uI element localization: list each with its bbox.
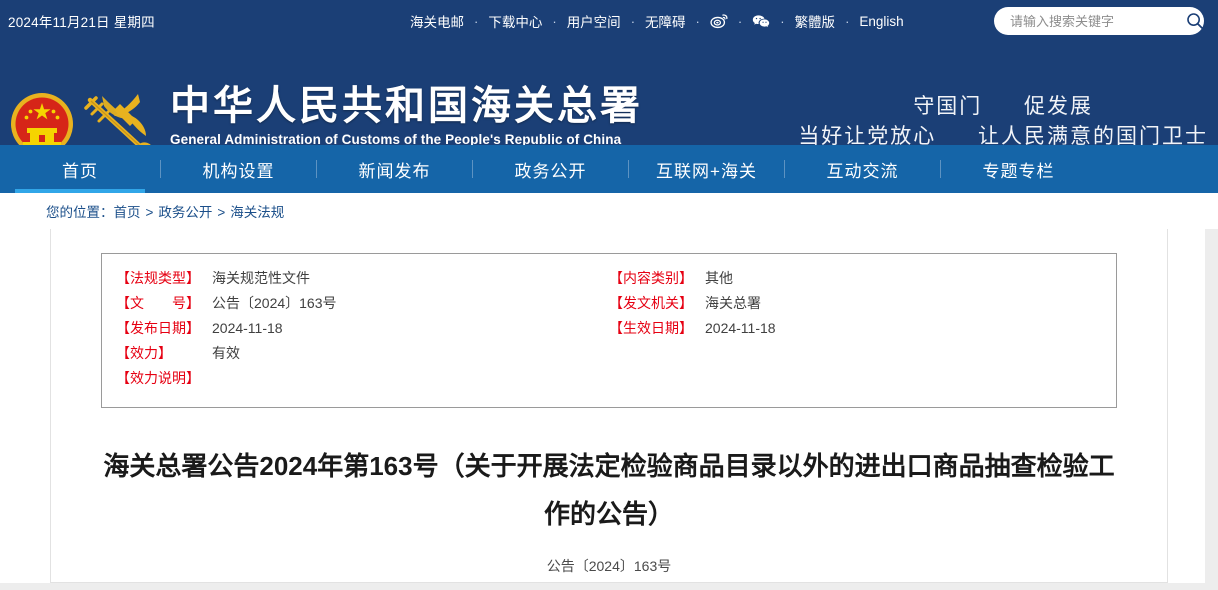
top-link-separator: · [780, 13, 785, 29]
top-link-separator: · [552, 13, 557, 29]
metadata-value: 2024-11-18 [212, 320, 283, 336]
current-date: 2024年11月21日 星期四 [8, 15, 155, 30]
document-subtitle: 公告〔2024〕163号 [546, 558, 672, 575]
breadcrumb-band: 您的位置：首页 > 政务公开 > 海关法规 [0, 193, 1218, 229]
document-card: 【法规类型】 海关规范性文件 【文 号】 公告〔2024〕163号 【发布日期】… [50, 229, 1168, 583]
nav-item-special-topics[interactable]: 专题专栏 [941, 145, 1096, 193]
top-link-separator: · [695, 13, 700, 29]
slogan-line1-part2: 促发展 [1024, 95, 1093, 118]
weibo-icon[interactable] [708, 11, 730, 31]
top-link-download-center[interactable]: 下载中心 [486, 11, 544, 31]
metadata-value: 公告〔2024〕163号 [212, 295, 337, 311]
metadata-column-left: 【法规类型】 海关规范性文件 【文 号】 公告〔2024〕163号 【发布日期】… [102, 268, 609, 393]
top-link-traditional-chinese[interactable]: 繁體版 [793, 11, 838, 31]
breadcrumb-item-home[interactable]: 首页 [114, 205, 141, 220]
metadata-row: 【效力】 有效 [116, 343, 609, 368]
site-masthead: 中华人民共和国海关总署 General Administration of Cu… [0, 42, 1218, 161]
top-link-accessibility[interactable]: 无障碍 [643, 11, 688, 31]
metadata-row: 【文 号】 公告〔2024〕163号 [116, 293, 609, 318]
breadcrumb-separator: > [145, 205, 154, 220]
top-link-separator: · [630, 13, 636, 29]
metadata-key: 【内容类别】 [609, 270, 693, 286]
nav-item-internet-plus-customs[interactable]: 互联网+海关 [629, 145, 784, 193]
metadata-key: 【文 号】 [116, 295, 200, 311]
top-link-separator: · [845, 13, 850, 29]
slogan-line1-part1: 守国门 [913, 95, 983, 118]
metadata-value: 海关总署 [705, 295, 761, 311]
top-link-separator: · [737, 13, 743, 29]
site-search [994, 7, 1204, 35]
metadata-value: 其他 [705, 270, 733, 286]
metadata-value: 海关规范性文件 [212, 270, 310, 286]
document-metadata-box: 【法规类型】 海关规范性文件 【文 号】 公告〔2024〕163号 【发布日期】… [101, 253, 1117, 408]
top-link-customs-email[interactable]: 海关电邮 [408, 11, 466, 31]
search-icon [1187, 13, 1204, 30]
search-button[interactable] [1186, 10, 1204, 32]
metadata-row: 【法规类型】 海关规范性文件 [116, 268, 609, 293]
top-link-english[interactable]: English [857, 14, 905, 29]
breadcrumb-separator: > [217, 205, 226, 220]
nav-item-home[interactable]: 首页 [0, 145, 160, 193]
metadata-key: 【生效日期】 [609, 320, 693, 336]
metadata-key: 【发文机关】 [609, 295, 693, 311]
breadcrumb-item-government-affairs[interactable]: 政务公开 [158, 205, 212, 220]
metadata-row: 【效力说明】 [116, 368, 609, 393]
metadata-key: 【效力说明】 [116, 370, 200, 386]
site-title: 中华人民共和国海关总署 [170, 83, 643, 128]
metadata-row: 【生效日期】 2024-11-18 [609, 318, 1116, 343]
site-identity: 中华人民共和国海关总署 General Administration of Cu… [170, 83, 643, 148]
metadata-row: 【发文机关】 海关总署 [609, 293, 1116, 318]
document-title: 海关总署公告2024年第163号（关于开展法定检验商品目录以外的进出口商品抽查检… [103, 451, 1115, 530]
top-link-separator: · [474, 13, 479, 29]
breadcrumb-prefix: 您的位置： [46, 205, 114, 220]
content-area: 【法规类型】 海关规范性文件 【文 号】 公告〔2024〕163号 【发布日期】… [0, 229, 1205, 583]
metadata-key: 【发布日期】 [116, 320, 200, 336]
top-utility-bar: 2024年11月21日 星期四 海关电邮 · 下载中心 · 用户空间 · 无障碍… [0, 0, 1218, 42]
search-input[interactable] [1010, 13, 1186, 29]
nav-item-government-affairs[interactable]: 政务公开 [473, 145, 628, 193]
site-slogan: 守国门 促发展 当好让党放心 让人民满意的国门卫士 [798, 92, 1208, 153]
wechat-icon[interactable] [750, 11, 772, 31]
top-links-group: 海关电邮 · 下载中心 · 用户空间 · 无障碍 · · · 繁體版 · Eng… [408, 0, 906, 42]
metadata-column-right: 【内容类别】 其他 【发文机关】 海关总署 【生效日期】 2024-11-18 [609, 268, 1116, 393]
metadata-key: 【效力】 [116, 345, 172, 361]
metadata-value: 有效 [212, 345, 240, 361]
nav-item-news[interactable]: 新闻发布 [317, 145, 472, 193]
metadata-row: 【发布日期】 2024-11-18 [116, 318, 609, 343]
metadata-value: 2024-11-18 [705, 320, 776, 336]
metadata-row: 【内容类别】 其他 [609, 268, 1116, 293]
nav-item-organization[interactable]: 机构设置 [161, 145, 316, 193]
main-navigation: 首页 机构设置 新闻发布 政务公开 互联网+海关 互动交流 专题专栏 [0, 145, 1218, 193]
top-link-user-space[interactable]: 用户空间 [565, 11, 623, 31]
metadata-key: 【法规类型】 [116, 270, 200, 286]
nav-item-interaction[interactable]: 互动交流 [785, 145, 940, 193]
breadcrumb-item-customs-regulations[interactable]: 海关法规 [230, 205, 284, 220]
breadcrumb: 您的位置：首页 > 政务公开 > 海关法规 [46, 201, 284, 221]
